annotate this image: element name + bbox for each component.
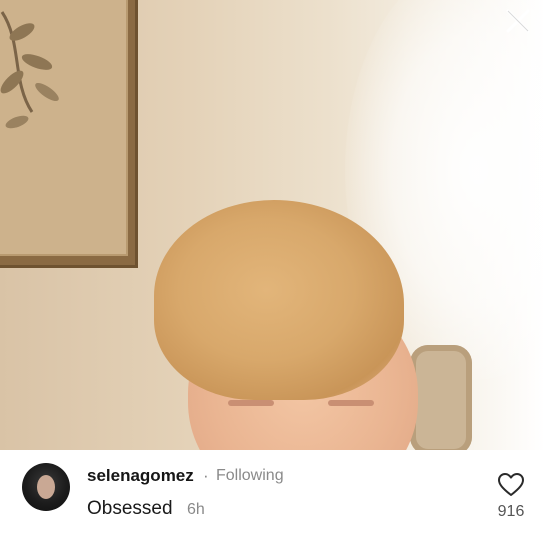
video-player[interactable]	[0, 0, 545, 450]
post-info-bar	[0, 450, 545, 545]
like-count: 916	[497, 503, 525, 520]
separator-dot: ·	[203, 466, 209, 485]
following-status[interactable]: Following	[216, 467, 284, 485]
close-icon[interactable]	[503, 6, 533, 36]
avatar-photo	[37, 475, 55, 499]
post-timestamp: 6h	[187, 501, 205, 518]
avatar[interactable]	[22, 463, 70, 511]
post-caption: Obsessed	[87, 498, 173, 519]
video-subject	[118, 200, 458, 450]
subject-hair	[154, 200, 404, 400]
left-eye	[228, 400, 274, 406]
username[interactable]: selenagomez	[87, 466, 194, 486]
right-eye	[328, 400, 374, 406]
leaf-artwork	[0, 11, 59, 129]
heart-icon[interactable]	[497, 472, 525, 498]
framed-artwork	[0, 0, 128, 256]
story-viewer: selenagomez · Following Obsessed 6h 916	[0, 0, 545, 545]
